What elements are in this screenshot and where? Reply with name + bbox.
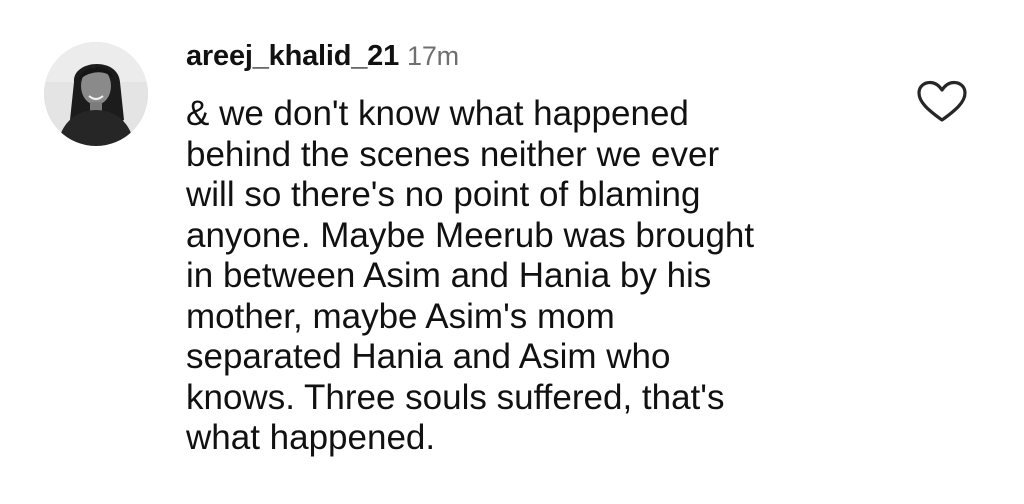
comment-text: & we don't know what happened behind the… xyxy=(186,94,755,457)
profile-photo-icon xyxy=(44,42,148,146)
username-link[interactable]: areej_khalid_21 xyxy=(186,40,399,72)
avatar[interactable] xyxy=(44,42,148,146)
comment-header: areej_khalid_21 17m xyxy=(186,40,459,73)
like-button[interactable] xyxy=(916,80,968,124)
heart-outline-icon xyxy=(917,80,967,122)
comment-item: areej_khalid_21 17m & we don't know what … xyxy=(0,0,1024,504)
timestamp: 17m xyxy=(407,41,459,71)
